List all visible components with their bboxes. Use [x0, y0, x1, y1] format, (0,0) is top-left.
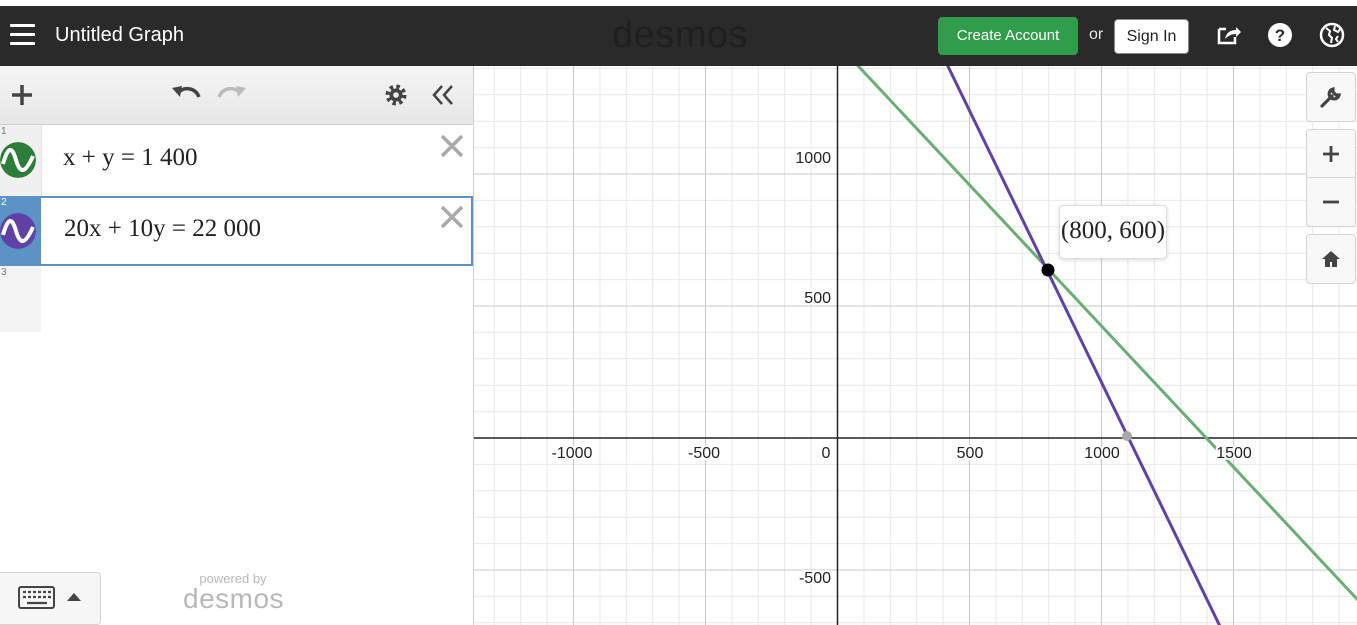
expression-row-1[interactable]: 1 x + y = 1 400 — [0, 125, 473, 197]
zoom-out-button[interactable] — [1306, 177, 1356, 227]
collapse-icon[interactable] — [430, 82, 456, 108]
row-number: 2 — [1, 197, 7, 208]
svg-text:?: ? — [1275, 26, 1285, 45]
major-grid — [474, 66, 1357, 625]
x-tick-label: 1000 — [1084, 445, 1120, 462]
zoom-in-button[interactable] — [1306, 129, 1356, 179]
x-tick-label: 0 — [822, 445, 831, 462]
caret-up-icon — [67, 593, 81, 601]
expression-gutter: 2 — [0, 196, 41, 266]
row-number: 1 — [1, 126, 7, 137]
expression-math[interactable]: x + y = 1 400 — [63, 144, 197, 172]
x-tick-label: -500 — [688, 445, 720, 462]
create-account-button[interactable]: Create Account — [938, 17, 1078, 55]
wrench-icon — [1320, 86, 1342, 108]
row-number: 3 — [1, 267, 7, 278]
line-x-plus-y[interactable] — [832, 66, 1357, 625]
keyboard-icon — [18, 586, 55, 609]
powered-by-logo: powered by desmos — [183, 571, 285, 615]
graph-canvas[interactable]: -1000 -500 0 500 1000 1500 1000 500 -500 — [474, 66, 1357, 625]
x-tick-label: -1000 — [552, 445, 593, 462]
menu-icon[interactable] — [10, 24, 35, 46]
settings-icon[interactable] — [384, 83, 408, 107]
expression-row-3[interactable]: 3 — [0, 266, 473, 332]
y-tick-label: -500 — [799, 570, 831, 587]
close-icon[interactable] — [439, 204, 465, 230]
expression-gutter: 3 — [0, 266, 41, 332]
globe-icon[interactable] — [1318, 21, 1346, 49]
minor-grid — [474, 66, 1357, 625]
redo-icon[interactable] — [216, 82, 248, 106]
add-icon[interactable] — [10, 83, 34, 107]
sign-in-button[interactable]: Sign In — [1114, 19, 1189, 54]
keyboard-toggle[interactable] — [0, 572, 101, 625]
x-tick-label: 500 — [957, 445, 984, 462]
or-text: or — [1089, 26, 1104, 43]
y-tick-label: 1000 — [795, 150, 831, 167]
wave-icon[interactable] — [0, 142, 36, 178]
header-bar: Untitled Graph desmos Create Account or … — [0, 6, 1357, 66]
expression-gutter: 1 — [0, 125, 42, 196]
x-intercept-point[interactable] — [1122, 431, 1132, 441]
undo-icon[interactable] — [170, 82, 202, 106]
line-20x-plus-10y[interactable] — [942, 66, 1231, 625]
graph-settings-button[interactable] — [1306, 72, 1356, 122]
share-icon[interactable] — [1214, 21, 1242, 49]
wave-icon[interactable] — [0, 213, 36, 249]
expression-math[interactable]: 20x + 10y = 22 000 — [64, 215, 261, 243]
close-icon[interactable] — [439, 133, 465, 159]
x-tick-label: 1500 — [1216, 445, 1252, 462]
default-viewport-button[interactable] — [1306, 234, 1356, 284]
help-icon[interactable]: ? — [1266, 21, 1294, 49]
graph-title[interactable]: Untitled Graph — [55, 24, 184, 47]
home-icon — [1322, 251, 1340, 267]
intersection-label[interactable]: (800, 600) — [1059, 205, 1167, 259]
graph-svg[interactable]: -1000 -500 0 500 1000 1500 1000 500 -500 — [474, 66, 1357, 625]
expression-panel: 1 x + y = 1 400 2 20x + 10y = 22 000 3 p… — [0, 66, 474, 625]
expression-row-2[interactable]: 2 20x + 10y = 22 000 — [0, 196, 473, 266]
desmos-logo: desmos — [612, 14, 749, 56]
zoom-out-icon — [1323, 200, 1339, 204]
expression-toolbar — [0, 66, 473, 125]
y-tick-label: 500 — [804, 290, 831, 307]
zoom-in-icon — [1323, 146, 1339, 162]
powered-by-brand: desmos — [183, 583, 285, 614]
intersection-point[interactable] — [1041, 263, 1055, 277]
